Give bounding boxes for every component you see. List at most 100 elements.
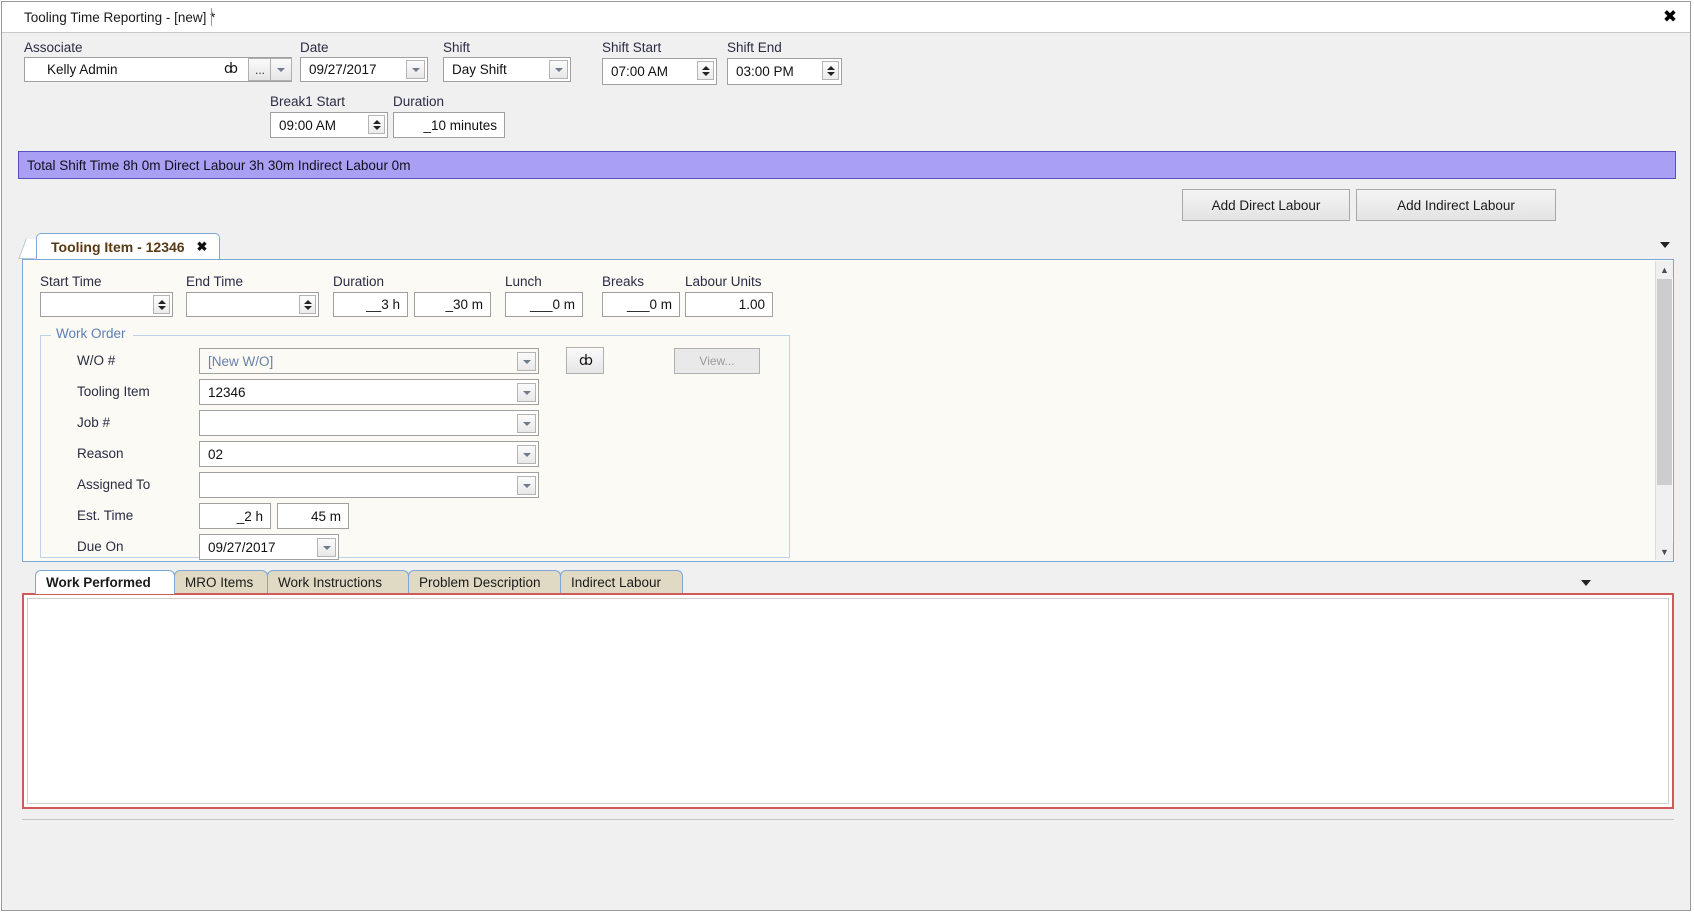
break1-start-value: 09:00 AM (279, 117, 337, 133)
work-performed-panel (22, 593, 1674, 809)
tooling-item-select[interactable]: 12346 (199, 379, 539, 405)
add-direct-labour-label: Add Direct Labour (1211, 197, 1321, 213)
associate-dropdown-button[interactable] (270, 58, 292, 81)
tab-work-instructions[interactable]: Work Instructions (267, 570, 409, 594)
job-number-select[interactable] (199, 410, 539, 436)
break1-duration-label: Duration (393, 94, 445, 109)
shift-value: Day Shift (452, 62, 507, 77)
shift-start-stepper[interactable] (697, 61, 714, 80)
lunch-label: Lunch (505, 274, 542, 289)
add-indirect-labour-button[interactable]: Add Indirect Labour (1356, 189, 1556, 221)
scroll-up-icon[interactable]: ▲ (1656, 261, 1673, 278)
detail-scrollbar[interactable]: ▲ ▼ (1655, 261, 1673, 560)
close-icon[interactable]: ✖ (197, 239, 208, 255)
due-on-dropdown-button[interactable] (317, 538, 336, 557)
stepper-down-icon (701, 71, 710, 76)
item-tab-label: Tooling Item - 12346 (51, 238, 185, 255)
binoculars-icon[interactable]: ȸ (224, 61, 238, 77)
break1-start-input[interactable]: 09:00 AM (270, 112, 388, 138)
document-tab-label: Tooling Time Reporting - [new] * (24, 10, 216, 25)
wo-number-label: W/O # (77, 353, 116, 368)
due-on-value: 09/27/2017 (208, 539, 276, 555)
associate-value: Kelly Admin (47, 62, 118, 77)
break1-duration-value: _10 minutes (423, 117, 497, 133)
duration-hours-input[interactable]: __3 h (333, 292, 408, 317)
group-border-right (133, 335, 789, 336)
tab-problem-description[interactable]: Problem Description (408, 570, 561, 594)
assigned-to-select[interactable] (199, 472, 539, 498)
shift-end-stepper[interactable] (822, 61, 839, 80)
wo-find-button[interactable]: ȸ (566, 347, 604, 374)
date-value: 09/27/2017 (309, 62, 377, 77)
binoculars-glyph: ȸ (224, 61, 238, 77)
add-indirect-labour-label: Add Indirect Labour (1397, 197, 1515, 213)
chevron-down-icon (411, 67, 420, 72)
wo-number-dropdown-button[interactable] (517, 352, 536, 371)
tab-mro-items[interactable]: MRO Items (174, 570, 268, 594)
end-time-stepper[interactable] (299, 295, 316, 314)
view-button[interactable]: View... (674, 348, 760, 374)
duration-minutes-input[interactable]: _30 m (414, 292, 491, 317)
header-form: Associate Kelly Admin ȸ ... Date 09/27/2… (2, 33, 1690, 146)
break1-start-stepper[interactable] (368, 115, 385, 134)
est-time-minutes-input[interactable]: 45 m (277, 503, 349, 529)
chevron-down-icon[interactable] (1660, 242, 1670, 248)
due-on-input[interactable]: 09/27/2017 (199, 534, 339, 560)
tab-label: Indirect Labour (571, 575, 662, 590)
tab-work-performed[interactable]: Work Performed (35, 570, 175, 594)
shift-end-value: 03:00 PM (736, 64, 794, 79)
break1-start-label: Break1 Start (270, 94, 346, 109)
reason-dropdown-button[interactable] (517, 445, 536, 464)
tab-label: Work Performed (46, 575, 151, 590)
breaks-input[interactable]: ___0 m (602, 292, 680, 317)
wo-number-select[interactable]: [New W/O] (199, 348, 539, 374)
shift-select[interactable]: Day Shift (443, 57, 571, 82)
lunch-value: ___0 m (529, 297, 575, 312)
work-order-legend: Work Order (53, 326, 129, 341)
est-time-hours-input[interactable]: _2 h (199, 503, 271, 529)
job-number-dropdown-button[interactable] (517, 414, 536, 433)
end-time-input[interactable] (186, 292, 319, 317)
labour-units-input[interactable]: 1.00 (685, 292, 773, 317)
tab-label: MRO Items (185, 575, 254, 590)
view-button-label: View... (699, 354, 735, 368)
associate-ellipsis-button[interactable]: ... (248, 58, 272, 81)
document-tab[interactable]: Tooling Time Reporting - [new] * (14, 6, 225, 30)
date-input[interactable]: 09/27/2017 (300, 57, 428, 82)
break1-duration-input[interactable]: _10 minutes (393, 112, 505, 138)
detail-content: Start Time End Time Duration __3 h _30 m… (23, 260, 1673, 561)
shift-dropdown-button[interactable] (549, 60, 568, 79)
status-bar (22, 819, 1674, 846)
add-direct-labour-button[interactable]: Add Direct Labour (1182, 189, 1350, 221)
duration-label: Duration (333, 274, 385, 289)
est-time-minutes-value: 45 m (310, 508, 341, 524)
group-border-left (41, 335, 51, 336)
stepper-up-icon (372, 119, 381, 124)
assigned-to-dropdown-button[interactable] (517, 476, 536, 495)
binoculars-icon: ȸ (579, 353, 593, 369)
stepper-up-icon (826, 65, 835, 70)
start-time-input[interactable] (40, 292, 173, 317)
tab-indirect-labour[interactable]: Indirect Labour (560, 570, 683, 594)
tooling-item-dropdown-button[interactable] (517, 383, 536, 402)
scrollbar-thumb[interactable] (1657, 279, 1672, 485)
end-time-label: End Time (186, 274, 244, 289)
lunch-input[interactable]: ___0 m (505, 292, 583, 317)
chevron-down-icon (522, 452, 531, 457)
job-number-label: Job # (77, 415, 111, 430)
scroll-down-icon[interactable]: ▼ (1656, 543, 1673, 560)
labour-units-value: 1.00 (738, 297, 765, 312)
shift-end-input[interactable]: 03:00 PM (727, 58, 842, 85)
chevron-down-icon[interactable] (1581, 580, 1591, 586)
start-time-stepper[interactable] (153, 295, 170, 314)
work-performed-textarea[interactable] (27, 598, 1669, 804)
stepper-up-icon (701, 65, 710, 70)
est-time-label: Est. Time (77, 508, 134, 523)
tab-label: Problem Description (419, 575, 541, 590)
close-icon[interactable]: ✖ (1660, 7, 1680, 27)
date-dropdown-button[interactable] (406, 60, 425, 79)
shift-start-input[interactable]: 07:00 AM (602, 58, 717, 85)
breaks-value: ___0 m (626, 297, 672, 312)
reason-select[interactable]: 02 (199, 441, 539, 467)
tab-tooling-item-12346[interactable]: Tooling Item - 12346 ✖ (36, 233, 221, 259)
